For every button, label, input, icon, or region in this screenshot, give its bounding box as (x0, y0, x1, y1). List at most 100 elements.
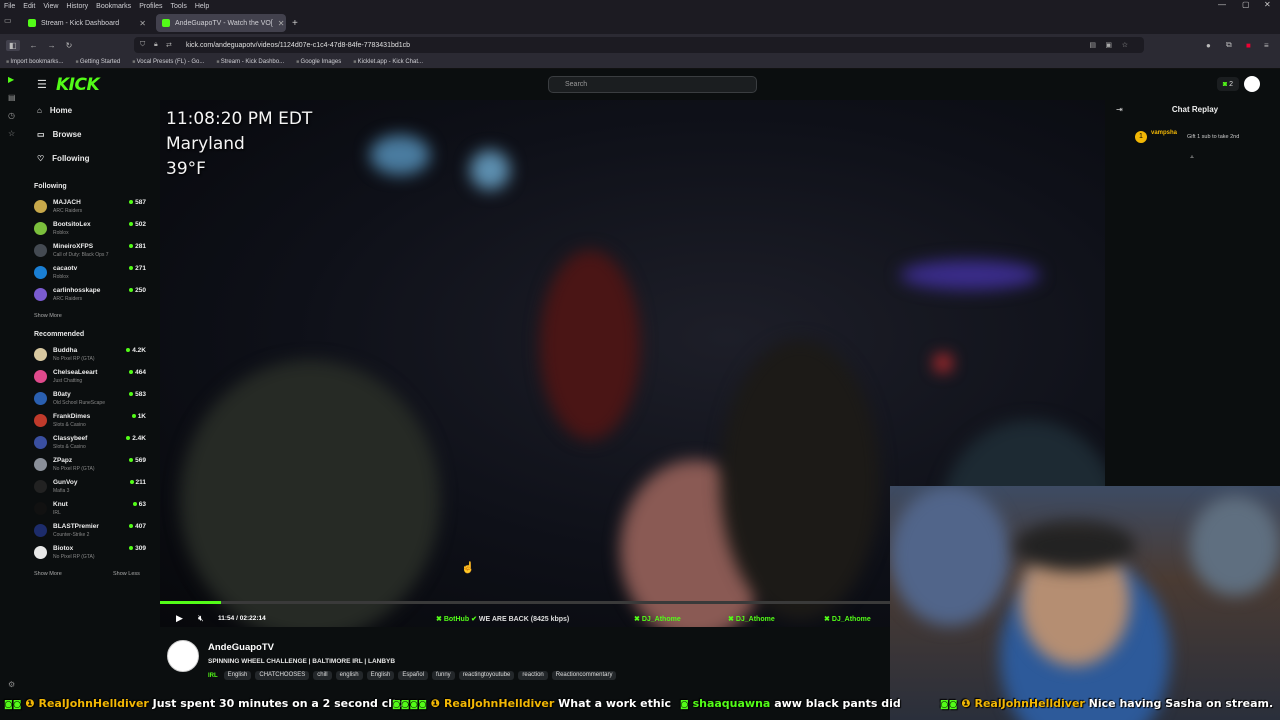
nav-label: Following (52, 154, 90, 163)
stream-tag[interactable]: funny (432, 671, 455, 680)
badge-icons: ◙◙ (940, 700, 958, 710)
sidebar-toggle-icon[interactable]: ◧ (6, 39, 20, 51)
menu-bookmarks[interactable]: Bookmarks (96, 3, 131, 10)
menu-tools[interactable]: Tools (171, 3, 187, 10)
menu-help[interactable]: Help (195, 3, 209, 10)
reload-icon[interactable]: ↻ (66, 41, 73, 50)
hamburger-menu-icon[interactable]: ☰ (37, 78, 47, 91)
kick-favicon-icon (28, 19, 36, 27)
expand-chevron-icon[interactable]: ⩡ (1190, 154, 1194, 162)
close-tab-icon[interactable]: ✕ (139, 19, 146, 28)
account-icon[interactable]: ● (1206, 41, 1211, 50)
tab-andeguapotv[interactable]: AndeGuapoTV - Watch the VO[ ✕ (156, 14, 286, 32)
bookmark-google-images[interactable]: Google Images (296, 59, 342, 65)
menu-view[interactable]: View (43, 3, 58, 10)
video-light-shape (900, 260, 1040, 290)
pinned-gift-icon: 1 (1135, 131, 1147, 143)
video-figure-shape (180, 360, 440, 627)
app-menu-icon[interactable]: ≡ (1264, 41, 1269, 50)
sidebar-channel[interactable]: cacaotv Roblox 271 (34, 264, 146, 284)
user-avatar[interactable] (1244, 76, 1260, 92)
translate-icon[interactable]: ▣ (1105, 41, 1112, 49)
show-less-button[interactable]: Show Less (113, 571, 140, 577)
menu-history[interactable]: History (66, 3, 88, 10)
sidebar-item-following[interactable]: ♡ Following (37, 154, 90, 163)
maximize-icon[interactable]: ▢ (1242, 0, 1250, 9)
kick-logo[interactable]: KICK (56, 75, 100, 95)
bookmark-star-icon[interactable]: ☆ (1122, 41, 1128, 49)
back-icon[interactable]: ← (30, 41, 38, 50)
stream-tag[interactable]: reactingtoyoutube (458, 671, 515, 680)
stream-tag[interactable]: chill (313, 671, 332, 680)
url-bar[interactable]: ⛉ 🔒︎ ⇄ kick.com/andeguapotv/videos/1124d… (134, 37, 1144, 53)
stream-tag[interactable]: Reactioncommentary (551, 671, 617, 680)
sidebar-channel[interactable]: Knut IRL 63 (34, 500, 146, 520)
sidebar-bookmarks-icon[interactable]: ▤ (8, 93, 16, 102)
stream-tag[interactable]: CHATCHOOSES (255, 671, 310, 680)
sidebar-item-browse[interactable]: ▭ Browse (37, 130, 81, 139)
sidebar-channel[interactable]: Classybeef Slots & Casino 2.4K (34, 434, 146, 454)
sidebar-channel[interactable]: BLASTPremier Counter-Strike 2 407 (34, 522, 146, 542)
channel-name: carlinhosskape (53, 287, 101, 294)
category-link[interactable]: IRL (208, 673, 218, 679)
bookmark-kicklet[interactable]: Kicklet.app - Kick Chat... (353, 59, 423, 65)
chat-user[interactable]: vampsha (1151, 130, 1177, 136)
sidebar-star-icon[interactable]: ☆ (8, 129, 15, 138)
reader-view-icon[interactable]: ▤ (1089, 41, 1096, 49)
menu-file[interactable]: File (4, 3, 15, 10)
bookmark-stream-dashboard[interactable]: Stream - Kick Dashbo... (216, 59, 284, 65)
bookmark-import[interactable]: Import bookmarks... (6, 59, 63, 65)
gift-icon: ❶ (25, 697, 35, 710)
streamer-name[interactable]: AndeGuapoTV (208, 642, 274, 653)
new-tab-icon[interactable]: + (292, 18, 298, 29)
sidebar-channel[interactable]: MAJACH ARC Raiders 587 (34, 198, 146, 218)
menu-profiles[interactable]: Profiles (139, 3, 162, 10)
menu-edit[interactable]: Edit (23, 3, 35, 10)
streamer-avatar[interactable] (167, 640, 199, 672)
close-tab-icon[interactable]: ✕ (278, 19, 285, 28)
sidebar-channel[interactable]: Biotox No Pixel RP (GTA) 309 (34, 544, 146, 564)
shield-icon[interactable]: ⛉ (140, 41, 145, 49)
stream-tag[interactable]: Español (398, 671, 428, 680)
sidebar-channel[interactable]: BootsitoLex Roblox 502 (34, 220, 146, 240)
sidebar-channel[interactable]: ZPapz No Pixel RP (GTA) 569 (34, 456, 146, 476)
bookmark-vocal-presets[interactable]: Vocal Presets (FL) - Go... (132, 59, 205, 65)
sidebar-channel[interactable]: FrankDimes Slots & Casino 1K (34, 412, 146, 432)
sidebar-kick-icon[interactable]: ▶ (8, 75, 14, 84)
tab-stream-dashboard[interactable]: Stream - Kick Dashboard ✕ (22, 14, 152, 32)
stream-tag[interactable]: English (366, 671, 395, 680)
extensions-icon[interactable]: ⧉ (1226, 40, 1232, 50)
show-more-following-button[interactable]: Show More (34, 313, 62, 319)
close-window-icon[interactable]: ✕ (1264, 0, 1271, 9)
settings-gear-icon[interactable]: ⚙ (8, 680, 15, 689)
sidebar-channel[interactable]: B0aty Old School RuneScape 583 (34, 390, 146, 410)
video-progress-track[interactable] (160, 601, 890, 604)
ticker-text: Nice having Sasha on stream. (1088, 697, 1274, 710)
kick-extension-icon[interactable]: ■ (1246, 41, 1251, 50)
lock-icon[interactable]: 🔒︎ (154, 41, 158, 49)
sidebar-history-icon[interactable]: ◷ (8, 111, 15, 120)
search-input[interactable]: Search (548, 76, 757, 93)
stream-tag[interactable]: reaction (518, 671, 548, 680)
bookmark-getting-started[interactable]: Getting Started (75, 59, 120, 65)
stream-tag[interactable]: English (223, 671, 252, 680)
channel-avatar (34, 480, 47, 493)
forward-icon[interactable]: → (48, 41, 56, 50)
sidebar-channel[interactable]: MineiroXFPS Call of Duty: Black Ops 7 281 (34, 242, 146, 262)
minimize-icon[interactable]: — (1218, 0, 1226, 9)
tab-list-icon[interactable]: ▭ (4, 16, 18, 30)
mute-icon[interactable]: 🔇︎ (198, 613, 204, 624)
sidebar-channel[interactable]: carlinhosskape ARC Raiders 250 (34, 286, 146, 306)
show-more-recommended-button[interactable]: Show More (34, 571, 62, 577)
notification-button[interactable]: ◙ 2 (1217, 77, 1239, 91)
sidebar-item-home[interactable]: ⌂ Home (37, 106, 72, 115)
sidebar-channel[interactable]: Buddha No Pixel RP (GTA) 4.2K (34, 346, 146, 366)
permissions-icon[interactable]: ⇄ (166, 41, 172, 49)
stream-tag[interactable]: english (335, 671, 363, 680)
collapse-chat-icon[interactable]: ⇥ (1116, 105, 1123, 114)
home-icon: ⌂ (37, 106, 42, 115)
sidebar-channel[interactable]: GunVoy Mafia 3 211 (34, 478, 146, 498)
play-icon[interactable]: ▶ (176, 613, 183, 624)
channel-viewers: 211 (130, 479, 147, 486)
sidebar-channel[interactable]: ChelseaLeeart Just Chatting 464 (34, 368, 146, 388)
